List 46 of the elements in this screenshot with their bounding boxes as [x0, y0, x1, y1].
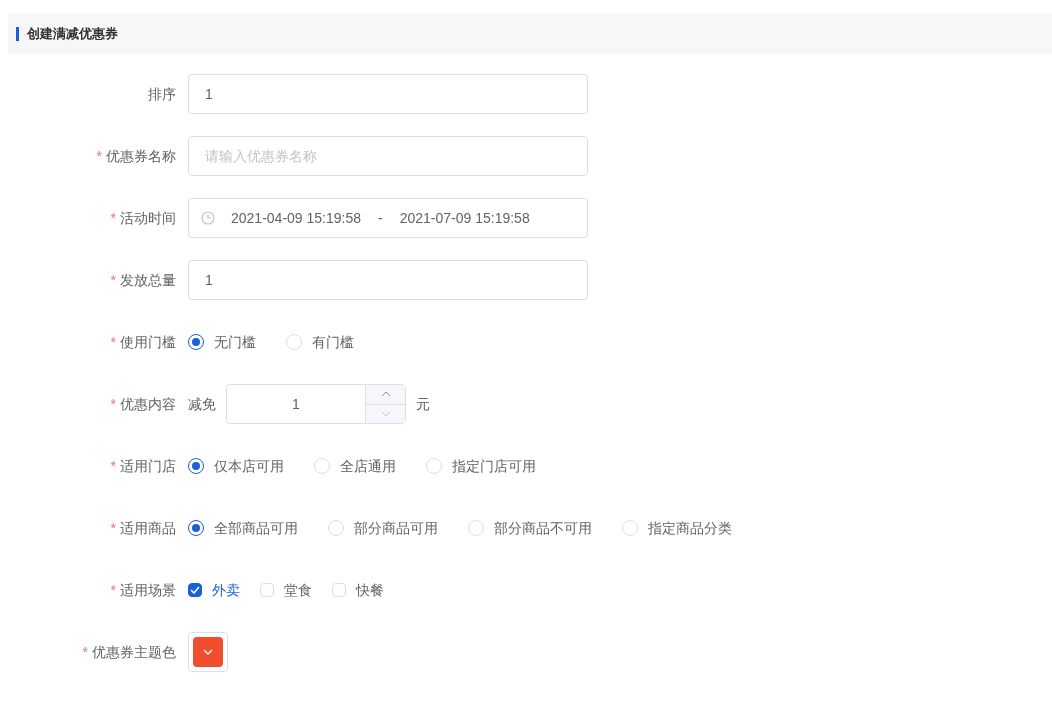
field-label: 优惠券主题色	[92, 643, 176, 662]
field-label: 优惠券名称	[106, 147, 176, 166]
checkbox-option[interactable]: 外卖	[188, 580, 240, 600]
clock-icon	[201, 211, 215, 225]
required-mark: *	[110, 395, 116, 414]
checkbox[interactable]	[188, 583, 202, 597]
radio-option[interactable]: 有门槛	[286, 332, 354, 352]
date-range-field[interactable]: 2021-04-09 15:19:58 - 2021-07-09 15:19:58	[188, 198, 588, 238]
chevron-up-icon	[380, 391, 391, 398]
radio-option[interactable]: 无门槛	[188, 332, 256, 352]
field-label: 优惠内容	[120, 395, 176, 414]
required-mark: *	[110, 333, 116, 352]
required-mark: *	[110, 581, 116, 600]
chevron-down-icon	[203, 649, 213, 655]
field-label: 发放总量	[120, 271, 176, 290]
field-label: 适用商品	[120, 519, 176, 538]
unit-text: 元	[416, 395, 430, 414]
required-mark: *	[110, 271, 116, 290]
field-label: 使用门槛	[120, 333, 176, 352]
radio-option[interactable]: 全部商品可用	[188, 518, 298, 538]
radio-option[interactable]: 部分商品不可用	[468, 518, 592, 538]
field-label: 排序	[148, 85, 176, 104]
field-label: 活动时间	[120, 209, 176, 228]
radio-option[interactable]: 部分商品可用	[328, 518, 438, 538]
end-date: 2021-07-09 15:19:58	[399, 209, 530, 228]
radio-option[interactable]: 指定门店可用	[426, 456, 536, 476]
required-mark: *	[96, 147, 102, 166]
checkbox-option[interactable]: 快餐	[332, 580, 384, 600]
field-label: 适用门店	[120, 457, 176, 476]
start-date: 2021-04-09 15:19:58	[231, 209, 361, 228]
number-input[interactable]: 1	[226, 384, 406, 424]
section-title: 创建满减优惠券	[27, 25, 118, 44]
prefix-text: 减免	[188, 395, 216, 414]
chevron-down-icon	[380, 410, 391, 417]
required-mark: *	[110, 519, 116, 538]
input-field[interactable]: 1	[188, 260, 588, 300]
radio-option[interactable]: 全店通用	[314, 456, 396, 476]
range-separator: -	[378, 209, 383, 228]
required-mark: *	[110, 209, 116, 228]
input-field[interactable]: 1	[188, 74, 588, 114]
field-label: 适用场景	[120, 581, 176, 600]
radio-option[interactable]: 仅本店可用	[188, 456, 284, 476]
checkbox-option[interactable]: 堂食	[260, 580, 312, 600]
required-mark: *	[110, 457, 116, 476]
radio-option[interactable]: 指定商品分类	[622, 518, 732, 538]
required-mark: *	[82, 643, 88, 662]
